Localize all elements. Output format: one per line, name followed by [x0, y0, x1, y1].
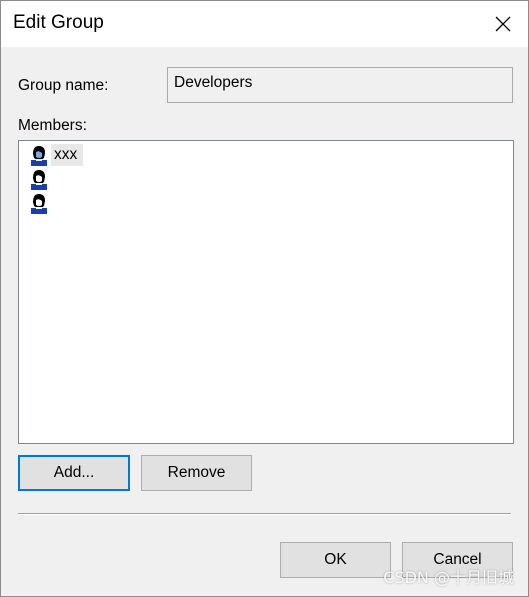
user-icon [31, 146, 47, 166]
remove-button[interactable]: Remove [141, 455, 252, 491]
user-icon [31, 194, 47, 214]
member-name: xxx [51, 144, 84, 166]
add-button-label: Add... [53, 464, 95, 481]
member-item[interactable] [29, 191, 60, 215]
close-button[interactable] [478, 1, 528, 47]
members-label: Members: [18, 117, 87, 134]
member-item[interactable] [29, 167, 60, 191]
user-icon [31, 170, 47, 190]
watermark: CSDN @十月旧城 [383, 568, 514, 587]
member-name [51, 177, 60, 181]
dialog-title: Edit Group [13, 12, 104, 33]
ok-button[interactable]: OK [280, 542, 391, 578]
remove-button-label: Remove [167, 464, 226, 481]
title-bar: Edit Group [1, 1, 528, 47]
close-icon [495, 16, 511, 32]
edit-group-dialog: Edit Group Group name: Developers Member… [0, 0, 529, 597]
ok-button-label: OK [324, 551, 347, 568]
separator [18, 513, 511, 515]
member-name [51, 201, 60, 205]
member-item[interactable]: xxx [29, 143, 84, 167]
group-name-label: Group name: [18, 77, 109, 94]
members-list[interactable]: xxx [18, 140, 514, 444]
group-name-field[interactable]: Developers [167, 67, 513, 103]
add-button[interactable]: Add... [18, 455, 130, 491]
